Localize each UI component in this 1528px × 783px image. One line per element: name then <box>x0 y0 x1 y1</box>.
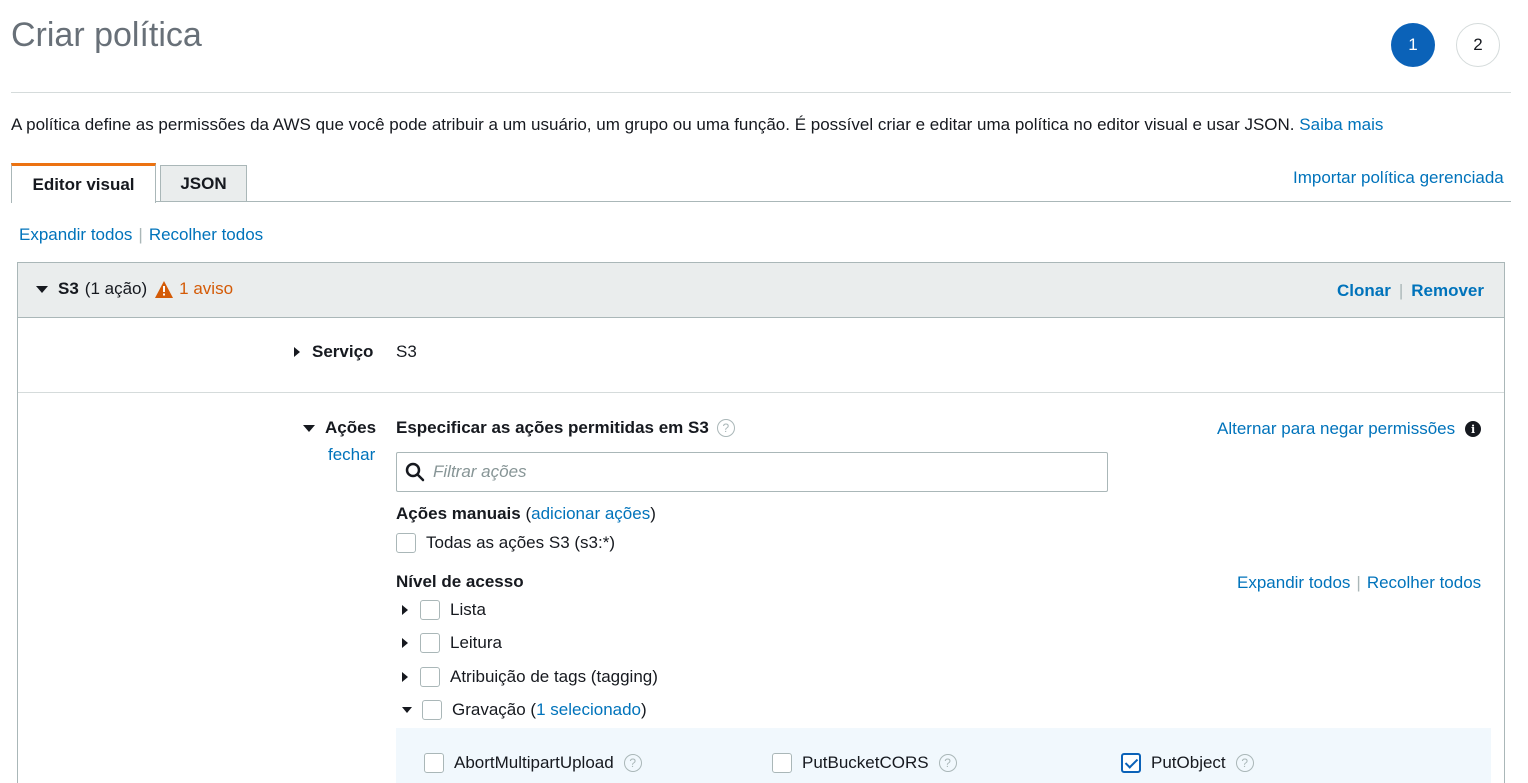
level-expand-all-link[interactable]: Expandir todos <box>1237 573 1350 593</box>
service-row: Serviço S3 <box>18 318 1504 393</box>
chevron-down-icon[interactable] <box>303 424 315 432</box>
access-level-list[interactable]: Lista <box>402 600 486 620</box>
write-label-end: ) <box>641 700 647 719</box>
statement-summary[interactable]: S3 (1 ação) 1 aviso <box>36 279 233 299</box>
divider <box>11 92 1511 93</box>
tagging-checkbox[interactable] <box>420 667 440 687</box>
service-label: Serviço <box>312 342 374 361</box>
access-level-read[interactable]: Leitura <box>402 633 502 653</box>
access-level-write[interactable]: Gravação (1 selecionado) <box>402 700 647 720</box>
access-level-heading: Nível de acesso <box>396 572 524 591</box>
chevron-right-icon[interactable] <box>402 672 408 682</box>
help-icon[interactable]: ? <box>1235 754 1254 772</box>
import-managed-policy-link[interactable]: Importar política gerenciada <box>1293 168 1504 188</box>
filter-actions-field[interactable] <box>396 452 1108 492</box>
toggle-deny-link[interactable]: Alternar para negar permissões <box>1217 419 1455 439</box>
abort-multipart-upload-checkbox[interactable] <box>424 753 444 773</box>
service-name: S3 <box>58 279 79 298</box>
expand-all-link[interactable]: Expandir todos <box>19 225 132 245</box>
chevron-right-icon[interactable] <box>402 638 408 648</box>
search-icon <box>405 462 425 482</box>
statement-header[interactable]: S3 (1 ação) 1 aviso Clonar | Remover <box>18 263 1504 318</box>
put-bucket-cors-label: PutBucketCORS <box>802 753 929 772</box>
statement-actions: Clonar | Remover <box>1337 281 1484 301</box>
page-description: A política define as permissões da AWS q… <box>11 115 1383 135</box>
write-label-text: Gravação ( <box>452 700 537 719</box>
separator: | <box>138 225 143 244</box>
all-actions-option[interactable]: Todas as ações S3 (s3:*) <box>396 533 615 553</box>
chevron-right-icon[interactable] <box>402 605 408 615</box>
step-2-indicator[interactable]: 2 <box>1456 23 1500 67</box>
add-actions-link[interactable]: adicionar ações <box>531 504 650 523</box>
write-checkbox[interactable] <box>422 700 442 720</box>
statement-panel: S3 (1 ação) 1 aviso Clonar | Remover Ser… <box>17 262 1505 783</box>
clone-button[interactable]: Clonar <box>1337 281 1391 301</box>
warning-icon <box>155 280 174 298</box>
chevron-down-icon[interactable] <box>402 707 412 713</box>
chevron-right-icon[interactable] <box>294 347 300 357</box>
put-bucket-cors-checkbox[interactable] <box>772 753 792 773</box>
expand-collapse-controls: Expandir todos | Recolher todos <box>19 225 263 245</box>
tab-json[interactable]: JSON <box>160 165 247 202</box>
read-label: Leitura <box>450 633 502 652</box>
help-icon[interactable]: ? <box>716 419 735 437</box>
access-level-tagging[interactable]: Atribuição de tags (tagging) <box>402 667 658 687</box>
specify-actions-title: Especificar as ações permitidas em S3 ? <box>396 418 735 438</box>
abort-multipart-upload-label: AbortMultipartUpload <box>454 753 614 772</box>
toggle-deny-control: Alternar para negar permissões i <box>1217 419 1482 439</box>
actions-label: Ações <box>325 418 377 437</box>
put-object-label: PutObject <box>1151 753 1226 772</box>
remove-button[interactable]: Remover <box>1411 281 1484 301</box>
list-label: Lista <box>450 600 486 619</box>
tab-visual-editor[interactable]: Editor visual <box>11 163 156 203</box>
separator: | <box>1356 573 1361 592</box>
page-title: Criar política <box>11 16 202 54</box>
all-actions-checkbox[interactable] <box>396 533 416 553</box>
learn-more-link[interactable]: Saiba mais <box>1299 115 1383 134</box>
info-icon[interactable]: i <box>1465 421 1482 437</box>
all-actions-label: Todas as ações S3 (s3:*) <box>426 533 615 552</box>
write-selected-link[interactable]: 1 selecionado <box>536 700 641 719</box>
paren-close: ) <box>650 504 656 523</box>
action-abort-multipart-upload[interactable]: AbortMultipartUpload ? <box>424 753 642 773</box>
help-icon[interactable]: ? <box>623 754 642 772</box>
service-value: S3 <box>396 342 417 361</box>
actions-close-link[interactable]: fechar <box>328 445 375 465</box>
warning-count[interactable]: 1 aviso <box>179 279 233 299</box>
put-object-checkbox[interactable] <box>1121 753 1141 773</box>
write-label: Gravação (1 selecionado) <box>452 700 647 720</box>
action-count: (1 ação) <box>84 279 148 298</box>
action-put-object[interactable]: PutObject ? <box>1121 753 1254 773</box>
level-collapse-all-link[interactable]: Recolher todos <box>1367 573 1481 593</box>
access-level-controls: Expandir todos | Recolher todos <box>1237 573 1481 593</box>
actions-toggle[interactable]: Ações <box>303 418 376 438</box>
description-text: A política define as permissões da AWS q… <box>11 115 1295 134</box>
manual-actions-heading: Ações manuais (adicionar ações) <box>396 504 656 524</box>
chevron-down-icon[interactable] <box>36 285 48 293</box>
action-put-bucket-cors[interactable]: PutBucketCORS ? <box>772 753 957 773</box>
separator: | <box>1398 281 1404 300</box>
step-1-indicator: 1 <box>1391 23 1435 67</box>
collapse-all-link[interactable]: Recolher todos <box>149 225 263 245</box>
specify-actions-text: Especificar as ações permitidas em S3 <box>396 418 709 437</box>
help-icon[interactable]: ? <box>938 754 957 772</box>
tagging-label: Atribuição de tags (tagging) <box>450 667 658 686</box>
manual-actions-label: Ações manuais <box>396 504 521 523</box>
filter-actions-input[interactable] <box>433 462 1093 482</box>
service-toggle[interactable]: Serviço <box>294 342 373 362</box>
list-checkbox[interactable] <box>420 600 440 620</box>
tab-divider <box>11 201 1511 202</box>
read-checkbox[interactable] <box>420 633 440 653</box>
